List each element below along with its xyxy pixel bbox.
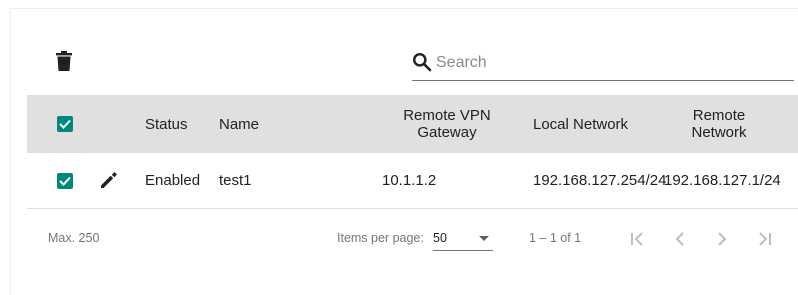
chevron-left-icon <box>675 232 684 246</box>
items-per-page-value: 50 <box>433 231 447 245</box>
table-row[interactable]: Enabled test1 10.1.1.2 192.168.127.254/2… <box>27 153 798 209</box>
max-entries-label: Max. 250 <box>48 231 100 245</box>
last-page-icon <box>759 232 771 246</box>
items-per-page-label: Items per page: <box>337 231 424 245</box>
column-header-line: Remote VPN <box>403 107 491 124</box>
cell-name: test1 <box>219 172 252 189</box>
edit-button[interactable] <box>99 170 119 190</box>
dropdown-arrow-icon <box>479 236 489 241</box>
cell-status: Enabled <box>145 172 201 189</box>
select-all-checkbox[interactable] <box>57 116 73 132</box>
checkmark-icon <box>59 176 71 186</box>
cell-remote-network: 192.168.127.1/24 <box>664 172 781 189</box>
search-icon <box>413 53 432 72</box>
column-header-line: Gateway <box>417 124 477 141</box>
column-header-line: Network <box>691 124 747 141</box>
table-toolbar <box>0 0 798 95</box>
pencil-icon <box>101 172 117 188</box>
column-header-status[interactable]: Status <box>145 116 188 133</box>
previous-page-button[interactable] <box>668 227 692 251</box>
page-range-label: 1 – 1 of 1 <box>529 231 582 245</box>
first-page-icon <box>631 232 643 246</box>
cell-remote-vpn-gateway: 10.1.1.2 <box>382 172 437 189</box>
column-header-name[interactable]: Name <box>219 116 259 133</box>
items-per-page-select[interactable]: 50 <box>433 228 493 251</box>
column-header-remote-vpn-gateway[interactable]: Remote VPN Gateway <box>397 107 497 141</box>
last-page-button[interactable] <box>752 227 776 251</box>
checkmark-icon <box>59 119 71 129</box>
table-footer: Max. 250 Items per page: 50 1 – 1 of 1 <box>0 209 798 269</box>
trash-icon <box>56 51 72 71</box>
search-field[interactable] <box>412 50 794 81</box>
first-page-button[interactable] <box>626 227 650 251</box>
delete-button[interactable] <box>52 48 76 74</box>
column-header-remote-network[interactable]: Remote Network <box>679 107 759 141</box>
column-header-local-network[interactable]: Local Network <box>533 116 628 133</box>
cell-local-network: 192.168.127.254/24 <box>533 172 667 189</box>
chevron-right-icon <box>718 232 727 246</box>
column-header-line: Remote <box>692 107 746 124</box>
row-checkbox[interactable] <box>57 173 73 189</box>
next-page-button[interactable] <box>710 227 734 251</box>
search-input[interactable] <box>436 50 786 76</box>
table-header-row: Status Name Remote VPN Gateway Local Net… <box>27 95 798 153</box>
